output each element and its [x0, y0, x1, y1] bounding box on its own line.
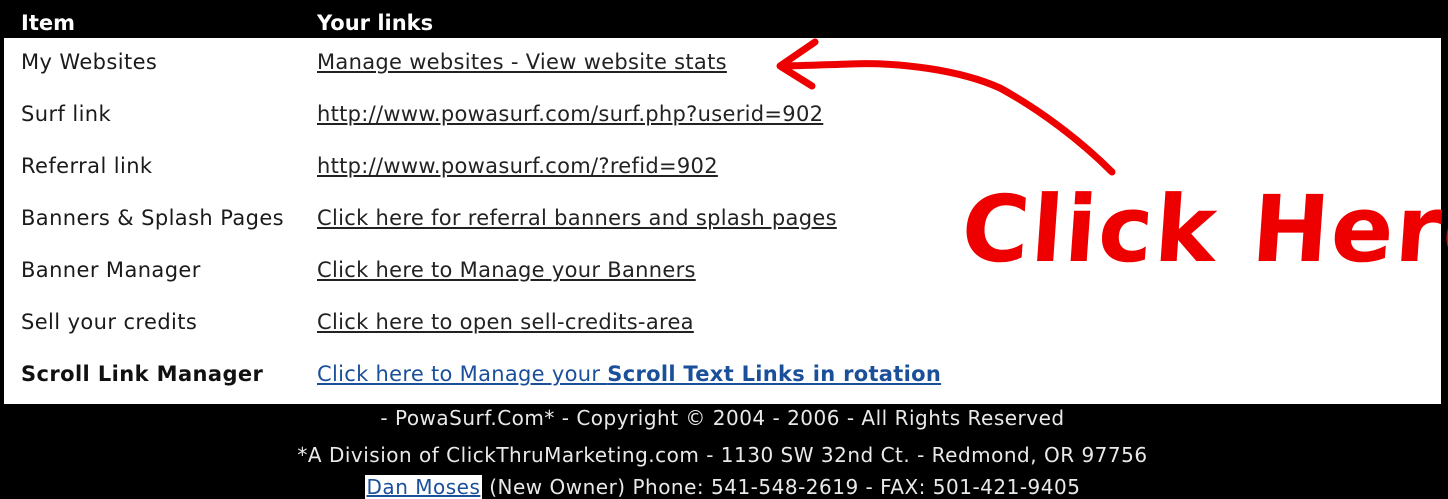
footer-owner-line: Dan Moses (New Owner) Phone: 541-548-261…: [4, 475, 1441, 499]
scroll-link-bold: Scroll Text Links in rotation: [607, 362, 942, 386]
table-header: Item Your links: [4, 10, 1441, 38]
manage-websites-link[interactable]: Manage websites - View website stats: [317, 50, 727, 74]
header-item: Item: [21, 11, 75, 35]
row-label-sell-credits: Sell your credits: [21, 310, 198, 334]
table-row: Scroll Link Manager Click here to Manage…: [4, 350, 1441, 402]
row-label-banners-splash: Banners & Splash Pages: [21, 206, 284, 230]
surf-link-url[interactable]: http://www.powasurf.com/surf.php?userid=…: [317, 102, 823, 126]
sell-credits-link[interactable]: Click here to open sell-credits-area: [317, 310, 694, 334]
owner-name-link[interactable]: Dan Moses: [364, 475, 483, 499]
owner-details: (New Owner) Phone: 541-548-2619 - FAX: 5…: [482, 475, 1081, 499]
scroll-link-prefix: Click here to Manage your: [317, 362, 608, 386]
footer-copyright: - PowaSurf.Com* - Copyright © 2004 - 200…: [380, 406, 1065, 430]
table-row: Surf link http://www.powasurf.com/surf.p…: [4, 90, 1441, 142]
row-label-scroll-link-manager: Scroll Link Manager: [21, 362, 264, 386]
footer-division: *A Division of ClickThruMarketing.com - …: [297, 443, 1148, 467]
row-label-banner-manager: Banner Manager: [21, 258, 201, 282]
manage-banners-link[interactable]: Click here to Manage your Banners: [317, 258, 696, 282]
table-row: My Websites Manage websites - View websi…: [4, 38, 1441, 90]
table-row: Sell your credits Click here to open sel…: [4, 298, 1441, 350]
scroll-text-links-link[interactable]: Click here to Manage your Scroll Text Li…: [317, 362, 941, 386]
referral-link-url[interactable]: http://www.powasurf.com/?refid=902: [317, 154, 718, 178]
row-label-referral-link: Referral link: [21, 154, 153, 178]
header-your-links: Your links: [317, 11, 434, 35]
row-label-surf-link: Surf link: [21, 102, 112, 126]
page-footer: - PowaSurf.Com* - Copyright © 2004 - 200…: [4, 404, 1441, 499]
referral-banners-link[interactable]: Click here for referral banners and spla…: [317, 206, 837, 230]
click-here-annotation: Click Here: [958, 176, 1448, 283]
row-label-my-websites: My Websites: [21, 50, 158, 74]
top-border: [4, 0, 1441, 10]
